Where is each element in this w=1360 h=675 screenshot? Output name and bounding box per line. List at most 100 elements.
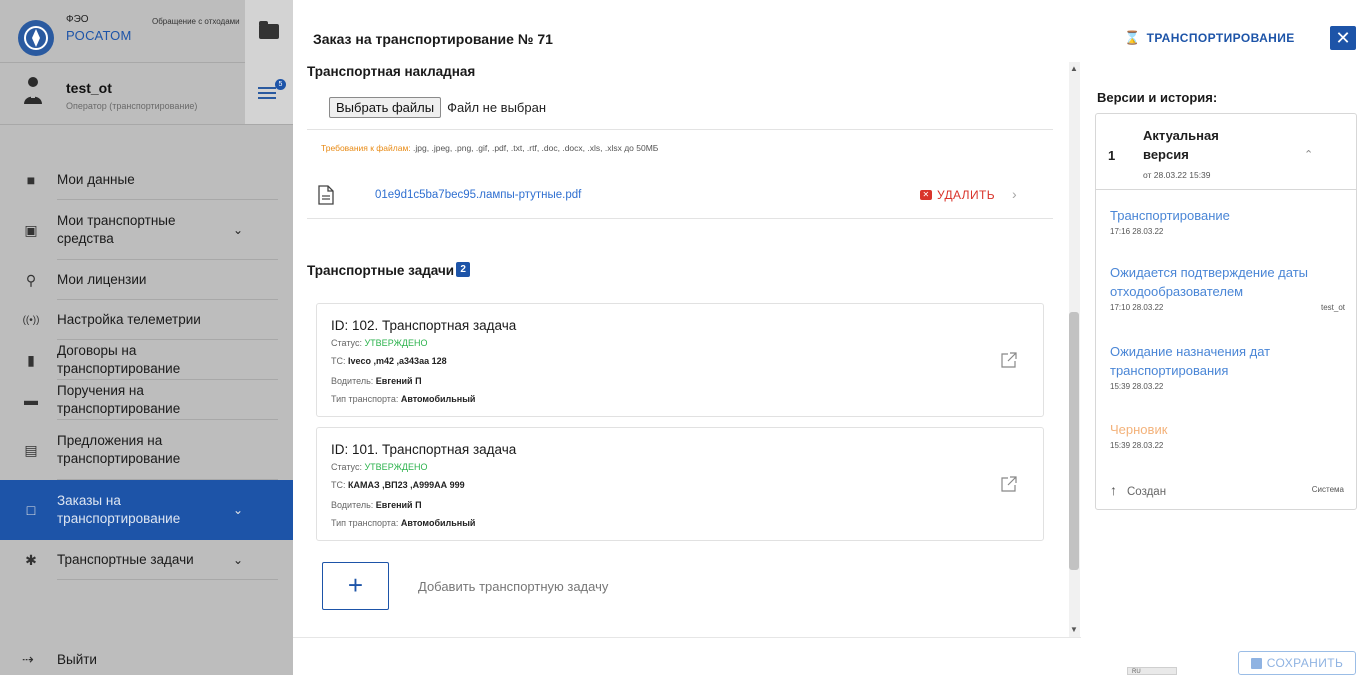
status-button[interactable]: ⌛ ТРАНСПОРТИРОВАНИЕ: [1124, 30, 1295, 46]
document-icon: ▤: [24, 441, 38, 458]
delete-file-button[interactable]: ✕ УДАЛИТЬ: [920, 188, 995, 202]
logout-label: Выйти: [57, 652, 97, 667]
history-entry-time: 17:10 28.03.22: [1110, 303, 1164, 312]
file-document-icon: [318, 185, 334, 205]
history-entry-title: Транспортирование: [1110, 208, 1230, 223]
history-entry[interactable]: Ожидается подтверждение даты отходообраз…: [1110, 263, 1345, 312]
history-entry[interactable]: Ожидание назначения дат транспортировани…: [1110, 342, 1345, 391]
sidebar-item-assignments[interactable]: ▬ Поручения на транспортирование: [0, 380, 293, 420]
status-badge: УТВЕРЖДЕНО: [364, 462, 428, 472]
logout-button[interactable]: ⇢ Выйти: [0, 645, 293, 675]
sidebar-item-my-data[interactable]: ■ Мои данные: [0, 160, 293, 200]
current-version-date: от 28.03.22 15:39: [1143, 170, 1211, 180]
user-role: Оператор (транспортирование): [66, 101, 198, 111]
add-task-button[interactable]: +: [322, 562, 389, 610]
sidebar-item-contracts[interactable]: ▮ Договоры на транспортирование: [0, 340, 293, 380]
documents-tool-button[interactable]: [245, 0, 293, 62]
sidebar-item-proposals[interactable]: ▤ Предложения на транспортирование: [0, 420, 293, 480]
save-button[interactable]: СОХРАНИТЬ: [1238, 651, 1356, 675]
close-button[interactable]: ✕: [1330, 26, 1356, 50]
task-status: Статус: УТВЕРЖДЕНО: [331, 462, 428, 472]
invoice-section-title: Транспортная накладная: [307, 64, 476, 79]
file-icon: ▮: [27, 351, 35, 368]
history-entry[interactable]: Черновик 15:39 28.03.22: [1110, 420, 1345, 450]
task-transport-type: Тип транспорта: Автомобильный: [331, 394, 476, 404]
language-switch[interactable]: RU: [1127, 667, 1177, 675]
chevron-down-icon[interactable]: ⌄: [233, 553, 243, 567]
task-vehicle: ТС: КАМАЗ ,ВП23 ,А999АА 999: [331, 480, 465, 490]
add-task-label[interactable]: Добавить транспортную задачу: [418, 579, 608, 594]
delete-icon: ✕: [920, 190, 932, 200]
sidebar-item-label: Настройка телеметрии: [57, 312, 201, 327]
current-version[interactable]: 1 Актуальная версия от 28.03.22 15:39 ⌃: [1096, 114, 1356, 190]
scrollbar-thumb[interactable]: [1069, 312, 1079, 570]
sidebar-item-transport-tasks[interactable]: ✱ Транспортные задачи ⌄: [0, 540, 293, 580]
brand-small: ФЭО: [66, 14, 89, 25]
save-label: СОХРАНИТЬ: [1266, 656, 1344, 670]
attached-file-link[interactable]: 01e9d1c5ba7bec95.лампы-ртутные.pdf: [375, 189, 581, 201]
folder-icon: [259, 20, 279, 39]
history-entry[interactable]: Транспортирование 17:16 28.03.22: [1110, 206, 1345, 236]
sidebar: ФЭО РОСАТОМ Обращение с отходами I и II …: [0, 0, 293, 675]
folder-icon: ▬: [24, 392, 38, 408]
history-panel: 1 Актуальная версия от 28.03.22 15:39 ⌃ …: [1095, 113, 1357, 510]
task-card[interactable]: ID: 101. Транспортная задача Статус: УТВ…: [316, 427, 1044, 541]
sidebar-item-label: Мои данные: [57, 172, 135, 187]
logout-icon: ⇢: [22, 651, 34, 667]
sidebar-item-orders[interactable]: □ Заказы на транспортирование ⌄: [0, 480, 293, 540]
tasks-section-title: Транспортные задачи 2: [307, 262, 471, 278]
task-title: ID: 101. Транспортная задача: [331, 442, 517, 457]
sidebar-item-licenses[interactable]: ⚲ Мои лицензии: [0, 260, 293, 300]
sidebar-item-label: Мои лицензии: [57, 272, 147, 287]
chevron-down-icon[interactable]: ⌄: [233, 503, 243, 517]
task-title: ID: 102. Транспортная задача: [331, 318, 517, 333]
user-name: test_ot: [66, 80, 112, 96]
status-label: ТРАНСПОРТИРОВАНИЕ: [1146, 31, 1295, 45]
tasks-tool-button[interactable]: 5: [245, 62, 293, 124]
rosatom-logo-icon[interactable]: [18, 20, 54, 56]
history-entry-time: 15:39 28.03.22: [1110, 382, 1164, 391]
chevron-right-icon[interactable]: ›: [1012, 186, 1017, 202]
version-number: 1: [1108, 148, 1116, 163]
file-requirements-label: Требования к файлам:: [321, 143, 411, 153]
scroll-up-icon[interactable]: ▲: [1070, 64, 1078, 73]
task-card[interactable]: ID: 102. Транспортная задача Статус: УТВ…: [316, 303, 1044, 417]
external-link-icon[interactable]: [1001, 476, 1017, 492]
page-title: Заказ на транспортирование № 71: [313, 31, 553, 47]
choose-files-button[interactable]: Выбрать файлы: [329, 97, 442, 118]
divider: [307, 218, 1053, 219]
sidebar-item-label: Заказы на транспортирование: [57, 493, 181, 526]
user-avatar-icon: [24, 77, 42, 104]
scroll-down-icon[interactable]: ▼: [1070, 625, 1078, 634]
tasks-count-badge: 2: [456, 262, 471, 277]
task-vehicle: ТС: Iveco ,m42 ,a343aa 128: [331, 356, 447, 366]
tasks-title-text: Транспортные задачи: [307, 263, 455, 278]
history-created: ↑ Создан Система: [1110, 482, 1344, 498]
brand-description: Обращение с отходами I и II классов опас…: [152, 17, 242, 26]
history-entry-title: Черновик: [1110, 422, 1168, 437]
order-icon: □: [26, 502, 36, 518]
sidebar-item-telemetry[interactable]: ((•)) Настройка телеметрии: [0, 300, 293, 340]
arrow-up-icon: ↑: [1110, 482, 1117, 498]
brand-name: РОСАТОМ: [66, 28, 132, 43]
signal-icon: ((•)): [22, 314, 40, 326]
history-entry-user: test_ot: [1320, 303, 1345, 312]
divider: [293, 637, 1081, 638]
sidebar-item-label: Поручения на транспортирование: [57, 383, 181, 416]
file-picker: Выбрать файлы Файл не выбран: [329, 97, 546, 118]
file-requirements-types: .jpg, .jpeg, .png, .gif, .pdf, .txt, .rt…: [413, 143, 659, 153]
delete-label: УДАЛИТЬ: [937, 188, 995, 202]
external-link-icon[interactable]: [1001, 352, 1017, 368]
tasks-count-badge: 5: [275, 79, 286, 90]
chevron-up-icon[interactable]: ⌃: [1304, 148, 1313, 161]
created-label: Создан: [1127, 486, 1167, 498]
sidebar-item-label: Предложения на транспортирование: [57, 433, 181, 466]
save-icon: [1250, 657, 1262, 669]
history-entry-title: Ожидание назначения дат транспортировани…: [1110, 344, 1271, 378]
sidebar-nav: ■ Мои данные ▣ Мои транспортные средства…: [0, 160, 293, 580]
chevron-down-icon[interactable]: ⌄: [233, 223, 243, 237]
created-by: Система: [1311, 485, 1344, 494]
sidebar-item-vehicles[interactable]: ▣ Мои транспортные средства ⌄: [0, 200, 293, 260]
sidebar-divider: [0, 62, 245, 63]
puzzle-icon: ✱: [25, 551, 37, 568]
